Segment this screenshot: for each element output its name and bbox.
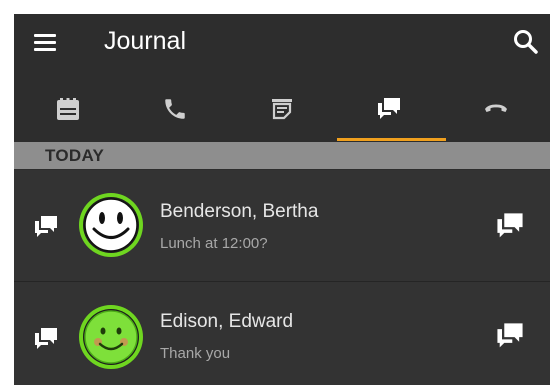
tab-selection-indicator: [337, 138, 446, 141]
chat-icon[interactable]: [494, 210, 526, 242]
conversation-row[interactable]: Edison, Edward Thank you: [14, 282, 550, 385]
notes-icon: [271, 99, 292, 120]
conversation-row[interactable]: Benderson, Bertha Lunch at 12:00?: [14, 170, 550, 281]
white-smiley-avatar: [79, 193, 143, 257]
menu-button[interactable]: [30, 28, 60, 56]
tab-bar: [14, 76, 550, 142]
section-header-label: TODAY: [45, 146, 105, 165]
phone-icon: [164, 99, 185, 119]
tab-notes[interactable]: [228, 76, 335, 142]
tab-hangup[interactable]: [442, 76, 549, 142]
tab-calendar[interactable]: [14, 76, 121, 142]
chat-icon: [35, 328, 57, 349]
message-preview: Lunch at 12:00?: [160, 235, 268, 252]
contact-name: Benderson, Bertha: [160, 201, 319, 222]
message-preview: Thank you: [160, 345, 231, 362]
search-icon: [514, 30, 538, 54]
chat-icon: [377, 98, 400, 119]
page-title: Journal: [104, 27, 186, 55]
chat-icon[interactable]: [494, 320, 526, 352]
calendar-icon: [56, 98, 79, 120]
search-button[interactable]: [510, 26, 542, 58]
hangup-icon: [484, 104, 507, 112]
chat-icon: [35, 216, 57, 237]
contact-name: Edison, Edward: [160, 311, 294, 332]
green-smiley-avatar: [79, 305, 143, 369]
tab-messages[interactable]: [335, 76, 442, 142]
tab-calls[interactable]: [121, 76, 228, 142]
section-header-today: TODAY: [14, 142, 550, 169]
journal-app: Journal TODAY Benderson, Bertha Lunch at…: [14, 14, 550, 385]
app-toolbar: Journal: [14, 14, 550, 70]
